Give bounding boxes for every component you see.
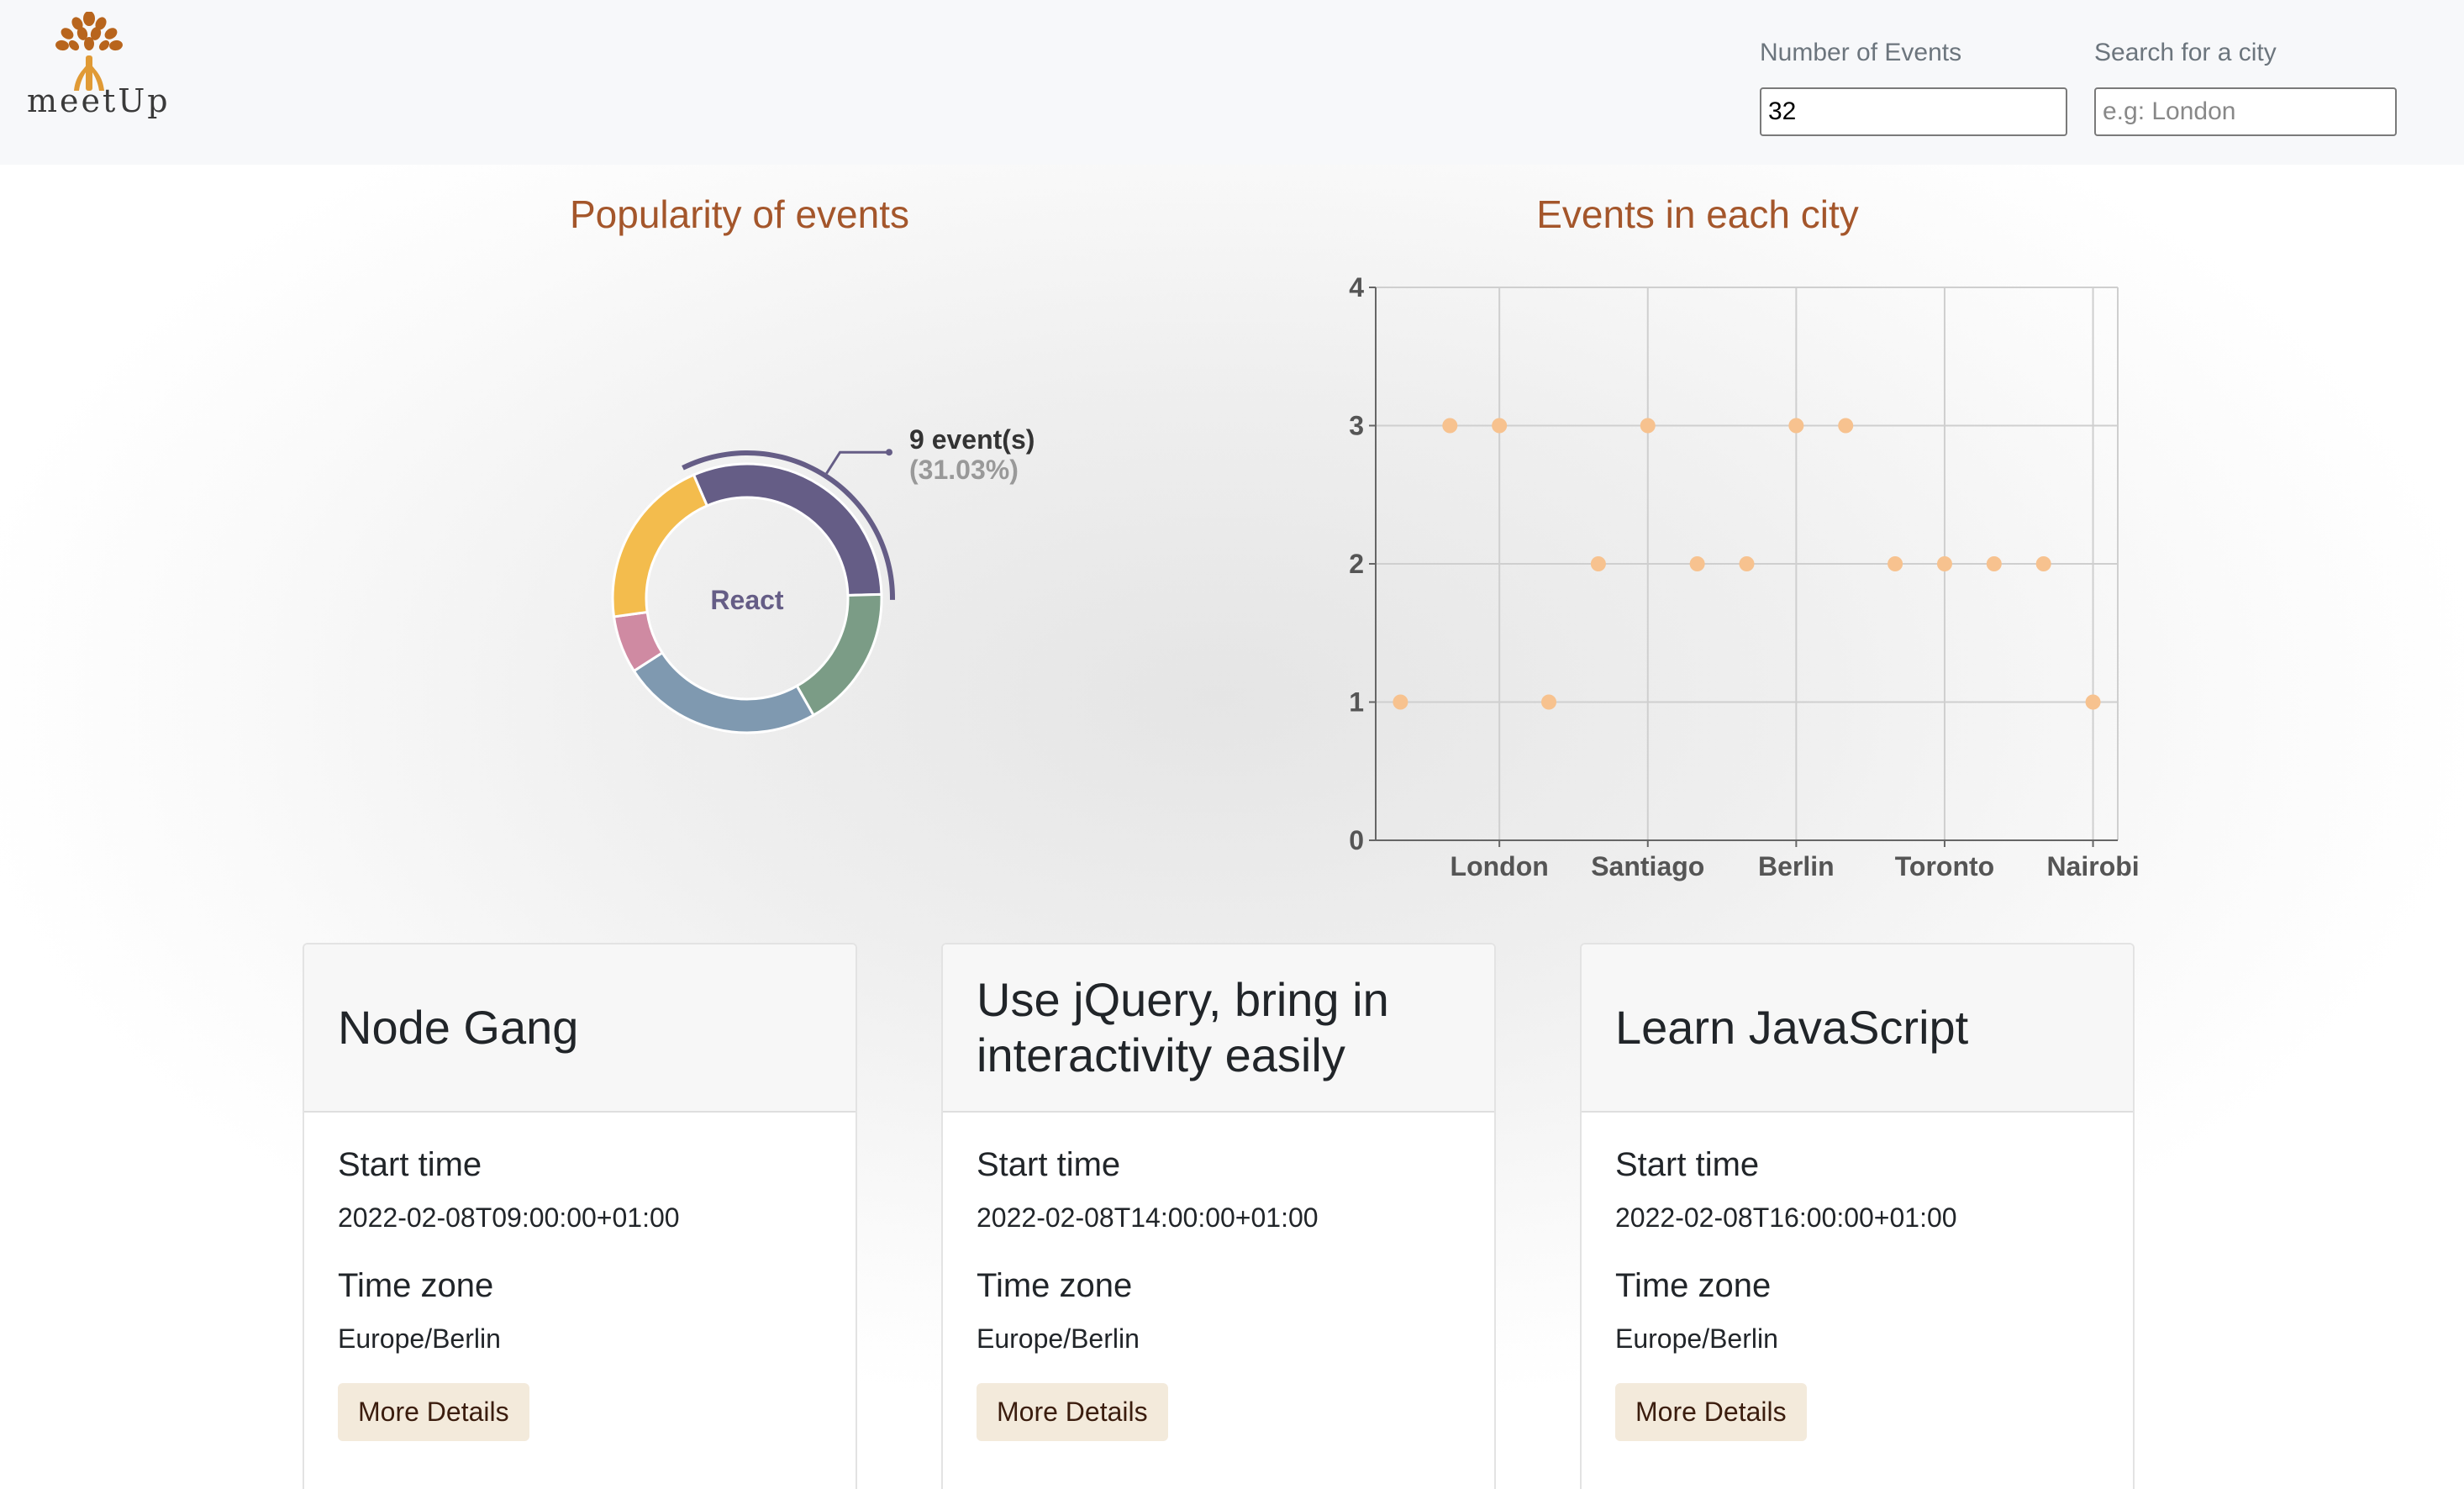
y-tick-label: 1 (1349, 687, 1364, 718)
event-card: Use jQuery, bring in interactivity easil… (941, 943, 1496, 1489)
pie-slice[interactable] (795, 592, 883, 718)
scatter-point[interactable] (2035, 556, 2051, 571)
event-title: Node Gang (338, 1001, 579, 1054)
scatter-point[interactable] (1590, 556, 1606, 571)
time-zone-label: Time zone (977, 1267, 1133, 1304)
top-bar: meetUp Number of Events Search for a cit… (0, 0, 2464, 165)
y-tick-label: 3 (1349, 411, 1364, 441)
scatter-point[interactable] (1936, 556, 1952, 571)
active-slice-percent-label: (31.03%) (909, 455, 1019, 485)
start-time-label: Start time (338, 1146, 482, 1183)
logo-text: meetUp (27, 82, 171, 119)
scatter-point[interactable] (1739, 556, 1755, 571)
scatter-point[interactable] (1788, 418, 1804, 434)
time-zone-value: Europe/Berlin (1615, 1323, 1778, 1354)
start-time-label: Start time (977, 1146, 1121, 1183)
event-card-header: Node Gang (304, 944, 856, 1113)
event-card: Node Gang Start time 2022-02-08T09:00:00… (303, 943, 857, 1489)
start-time-value: 2022-02-08T16:00:00+01:00 (1615, 1202, 1957, 1233)
x-tick-label: Toronto (1895, 851, 1994, 881)
event-card: Learn JavaScript Start time 2022-02-08T1… (1580, 943, 2135, 1489)
time-zone-label: Time zone (338, 1267, 494, 1304)
city-search-label: Search for a city (2094, 39, 2277, 66)
time-zone-value: Europe/Berlin (977, 1323, 1140, 1354)
event-card-header: Learn JavaScript (1582, 944, 2133, 1113)
more-details-button[interactable]: More Details (338, 1383, 529, 1441)
x-tick-label: Nairobi (2046, 851, 2139, 881)
scatter-point[interactable] (1838, 418, 1854, 434)
active-slice-leader-dot (886, 449, 892, 456)
time-zone-label: Time zone (1615, 1267, 1772, 1304)
start-time-value: 2022-02-08T14:00:00+01:00 (977, 1202, 1319, 1233)
active-slice-count-label: 9 event(s) (909, 424, 1035, 455)
scatter-chart-title: Events in each city (1536, 192, 1859, 236)
more-details-button[interactable]: More Details (1615, 1383, 1807, 1441)
scatter-point[interactable] (1541, 694, 1557, 710)
pie-center-label: React (710, 585, 784, 615)
y-tick-label: 4 (1349, 272, 1364, 303)
more-details-button[interactable]: More Details (977, 1383, 1168, 1441)
pie-slice[interactable] (632, 650, 816, 734)
x-tick-label: Santiago (1591, 851, 1704, 881)
y-tick-label: 0 (1349, 825, 1364, 855)
scatter-point[interactable] (1393, 694, 1408, 710)
start-time-value: 2022-02-08T09:00:00+01:00 (338, 1202, 680, 1233)
pie-slice[interactable] (692, 462, 883, 597)
scatter-point[interactable] (1640, 418, 1656, 434)
pie-chart: React 9 event(s) (31.03%) (611, 424, 1035, 734)
scatter-chart: 0 1 2 3 4 London Santiago Berlin Toronto Nairobi (1349, 272, 2139, 881)
x-tick-label: Berlin (1758, 851, 1835, 881)
time-zone-value: Europe/Berlin (338, 1323, 501, 1354)
scatter-point[interactable] (1986, 556, 2002, 571)
number-of-events-input[interactable] (1760, 87, 2067, 136)
scatter-point[interactable] (1492, 418, 1508, 434)
y-tick-label: 2 (1349, 549, 1364, 579)
scatter-point[interactable] (1689, 556, 1705, 571)
scatter-point[interactable] (1442, 418, 1458, 434)
pie-slice[interactable] (611, 473, 709, 618)
scatter-point[interactable] (2085, 694, 2101, 710)
event-title: Learn JavaScript (1615, 1001, 1969, 1054)
active-slice-leader-line (825, 450, 889, 475)
number-of-events-label: Number of Events (1760, 39, 1962, 66)
city-search-input[interactable] (2094, 87, 2397, 136)
pie-chart-title: Popularity of events (569, 192, 909, 236)
event-card-header: Use jQuery, bring in interactivity easil… (943, 944, 1494, 1113)
x-tick-label: London (1450, 851, 1549, 881)
start-time-label: Start time (1615, 1146, 1760, 1183)
event-title: Use jQuery, bring in interactivity easil… (977, 973, 1389, 1081)
scatter-point[interactable] (1887, 556, 1903, 571)
